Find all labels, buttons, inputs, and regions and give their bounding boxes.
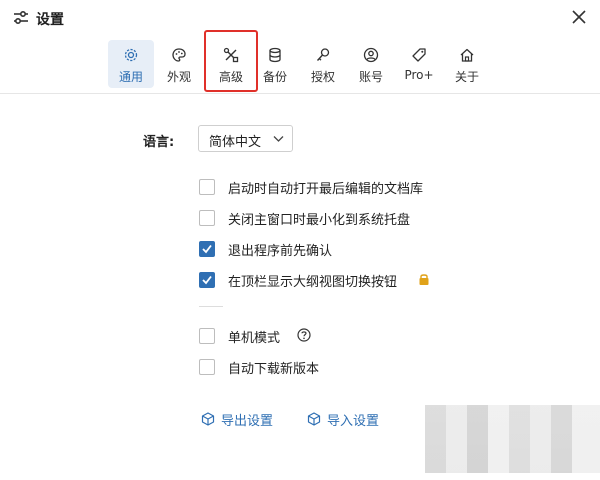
- tag-icon: [412, 48, 426, 62]
- checkbox-minimize-to-tray[interactable]: [199, 210, 215, 226]
- option-label: 启动时自动打开最后编辑的文档库: [228, 182, 424, 197]
- checkbox-standalone-mode[interactable]: [199, 328, 215, 344]
- tab-label: 高级: [218, 70, 243, 84]
- option-open-last-library: 启动时自动打开最后编辑的文档库: [199, 178, 519, 197]
- user-icon: [363, 47, 379, 63]
- tab-label: 通用: [118, 70, 143, 84]
- sliders-icon: [14, 11, 28, 25]
- tab-about[interactable]: 关于: [444, 40, 490, 88]
- gear-icon: [124, 48, 138, 62]
- option-label: 单机模式: [228, 331, 281, 346]
- home-icon: [460, 48, 474, 62]
- import-settings-button[interactable]: 导入设置: [307, 410, 387, 429]
- help-icon[interactable]: [297, 328, 311, 342]
- option-outline-toggle-button: 在顶栏显示大纲视图切换按钮: [199, 271, 519, 290]
- database-icon: [269, 47, 281, 63]
- palette-icon: [172, 48, 186, 62]
- tab-label: 外观: [166, 70, 191, 84]
- pixelated-watermark-area: [425, 405, 600, 473]
- tab-label: 关于: [454, 70, 479, 84]
- tools-icon: [223, 47, 239, 63]
- checkbox-outline-toggle-button[interactable]: [199, 272, 215, 288]
- import-settings-label: 导入设置: [327, 414, 380, 429]
- checkbox-auto-download-updates[interactable]: [199, 359, 215, 375]
- section-separator: [199, 306, 223, 307]
- export-settings-label: 导出设置: [221, 414, 274, 429]
- language-select[interactable]: 简体中文: [198, 125, 293, 152]
- option-label: 关闭主窗口时最小化到系统托盘: [228, 213, 411, 228]
- tab-general[interactable]: 通用: [108, 40, 154, 88]
- tab-pro-plus[interactable]: Pro+: [396, 40, 442, 88]
- header-divider: [0, 93, 600, 94]
- tab-label: 备份: [262, 70, 287, 84]
- checkbox-open-last-library[interactable]: [199, 179, 215, 195]
- import-box-icon: [307, 412, 321, 426]
- language-label: 语言:: [143, 135, 175, 150]
- tab-label: Pro+: [404, 68, 434, 82]
- lock-icon: [419, 274, 429, 285]
- language-selected-value: 简体中文: [209, 135, 262, 150]
- tab-label: 授权: [310, 70, 335, 84]
- option-label: 在顶栏显示大纲视图切换按钮: [228, 275, 398, 290]
- chevron-down-icon: [273, 136, 284, 142]
- option-label: 退出程序前先确认: [228, 244, 333, 259]
- checkbox-confirm-exit[interactable]: [199, 241, 215, 257]
- tab-advanced[interactable]: 高级: [204, 30, 258, 92]
- tab-account[interactable]: 账号: [348, 40, 394, 88]
- title-bar: 设置: [0, 0, 600, 36]
- check-icon: [202, 244, 212, 254]
- settings-tabs: 通用 外观 高级 备份 授权 账号 Pro+ 关于: [108, 30, 490, 92]
- check-icon: [202, 275, 212, 285]
- close-icon[interactable]: [571, 9, 587, 25]
- window-title: 设置: [36, 12, 64, 28]
- tab-appearance[interactable]: 外观: [156, 40, 202, 88]
- option-label: 自动下载新版本: [228, 362, 320, 377]
- tab-label: 账号: [358, 70, 383, 84]
- export-settings-button[interactable]: 导出设置: [201, 410, 281, 429]
- option-standalone-mode: 单机模式: [199, 327, 519, 346]
- tab-license[interactable]: 授权: [300, 40, 346, 88]
- tab-backup[interactable]: 备份: [252, 40, 298, 88]
- option-confirm-exit: 退出程序前先确认: [199, 240, 519, 259]
- option-auto-download-updates: 自动下载新版本: [199, 358, 519, 377]
- key-icon: [316, 48, 330, 61]
- option-minimize-to-tray: 关闭主窗口时最小化到系统托盘: [199, 209, 519, 228]
- export-box-icon: [201, 412, 215, 426]
